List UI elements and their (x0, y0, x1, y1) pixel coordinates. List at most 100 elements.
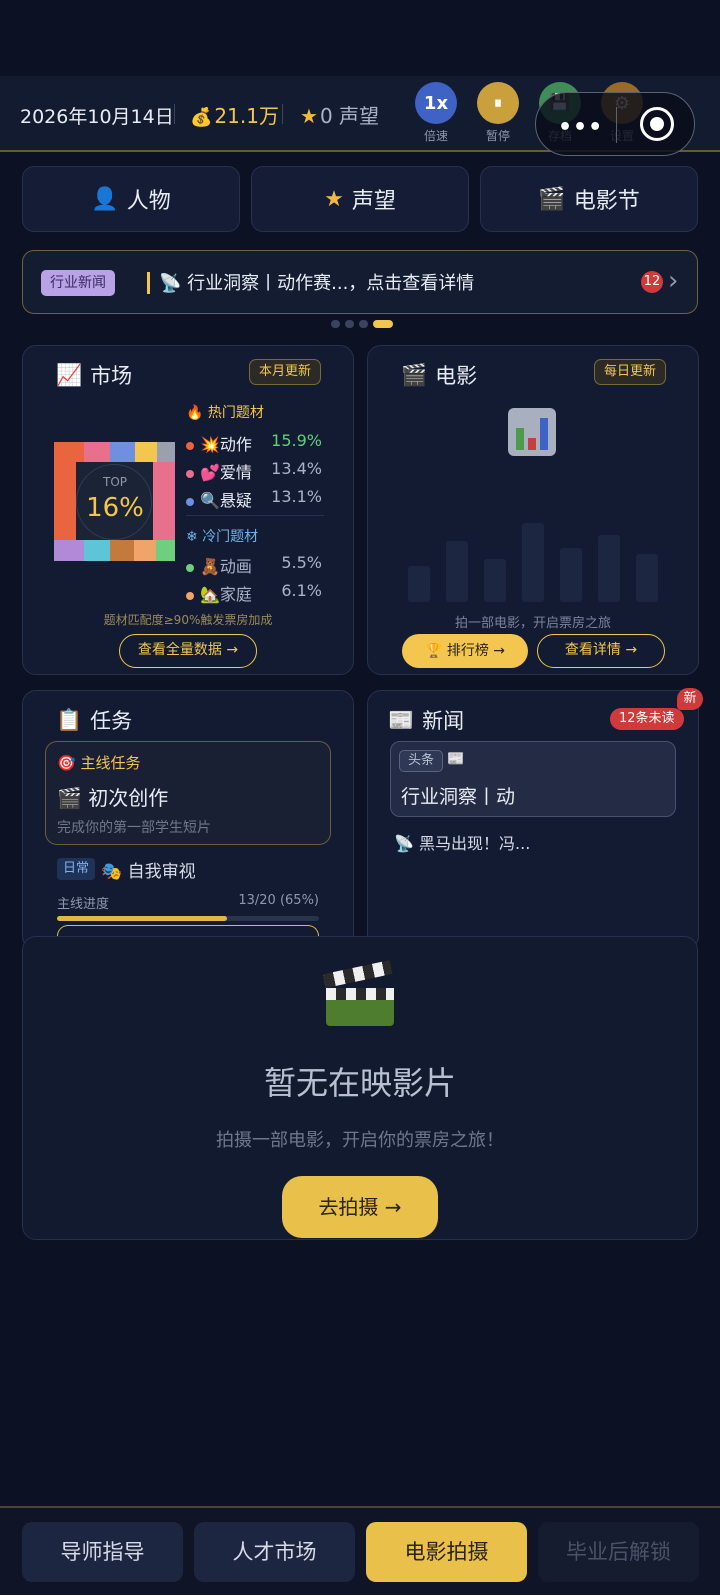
view-all-data-button[interactable]: 查看全量数据 → (119, 634, 257, 668)
headline-tag: 头条 (399, 750, 444, 772)
nav-talent-market[interactable]: 人才市场 (194, 1522, 355, 1582)
genre-name: 🧸动画 (200, 557, 252, 576)
ticker-pager (331, 320, 393, 328)
main-progress-bar (57, 916, 319, 921)
speed-icon: 1x (415, 82, 457, 124)
tab-film-festival[interactable]: 🎬 电影节 (480, 166, 698, 232)
bottom-navigation: 导师指导 人才市场 电影拍摄 毕业后解锁 (0, 1506, 720, 1595)
placeholder-bar (560, 548, 582, 602)
star-icon: ★ (300, 104, 318, 128)
genre-row-animation: 🧸动画 (186, 553, 252, 577)
daily-task[interactable]: 🎭 自我审视 (101, 857, 196, 882)
empty-subtitle: 拍摄一部电影，开启你的票房之旅！ (216, 1130, 504, 1151)
tasks-title-text: 任务 (90, 709, 133, 733)
clapperboard-icon (322, 952, 398, 1028)
clapper-body (326, 1000, 394, 1026)
tab-reputation[interactable]: ★ 声望 (251, 166, 469, 232)
genre-pct: 15.9% (271, 431, 322, 450)
bar-chart-icon (508, 408, 556, 456)
ticker-accent-bar (147, 272, 150, 294)
new-badge: 新 (677, 688, 703, 710)
pager-dot (345, 320, 354, 328)
all-tasks-button-partial[interactable] (57, 925, 319, 936)
nav-film-shooting[interactable]: 电影拍摄 (366, 1522, 527, 1582)
genre-dot (186, 469, 194, 478)
top-genre-badge: TOP 16% (76, 464, 152, 540)
placeholder-bar (598, 535, 620, 602)
placeholder-bar (484, 559, 506, 602)
clapper-icon: 🎬 (538, 186, 566, 212)
treemap-cell (54, 442, 84, 462)
genre-pct: 13.4% (271, 459, 322, 478)
divider (174, 104, 175, 124)
genre-row-mystery: 🔍悬疑 (186, 487, 252, 511)
miniprogram-capsule: ••• (535, 92, 695, 156)
genre-row-family: 🏡家庭 (186, 581, 252, 605)
money-bag-icon: 💰 (190, 107, 213, 128)
news-title: 📰 新闻 (388, 705, 464, 735)
hot-genres-heading: 🔥 热门题材 (186, 402, 264, 422)
pause-label: 暂停 (485, 129, 510, 143)
nav-locked-after-graduation[interactable]: 毕业后解锁 (538, 1522, 699, 1582)
main-mission-desc: 完成你的第一部学生短片 (57, 820, 211, 836)
headline-text: 行业洞察丨动 (401, 786, 516, 808)
progress-fill (57, 916, 228, 921)
main-mission-tag: 🎯 主线任务 (57, 752, 140, 773)
treemap-cell (134, 540, 156, 561)
genre-dot (186, 497, 194, 506)
reputation-value: 0 (319, 104, 333, 128)
cold-genres-heading: ❄ 冷门题材 (186, 526, 258, 546)
news-category-badge: 行业新闻 (41, 270, 115, 296)
genre-pct: 6.1% (281, 581, 322, 600)
progress-text: 13/20 (65%) (238, 893, 319, 908)
news-item[interactable]: 📡 黑马出现！冯... (394, 830, 530, 854)
clapper-stripe (326, 988, 394, 1000)
speed-button[interactable]: 1x 倍速 (414, 82, 458, 144)
capsule-divider (616, 107, 617, 143)
newspaper-icon: 📰 (447, 751, 465, 767)
treemap-cell (54, 540, 84, 561)
main-mission-card[interactable]: 🎯 主线任务 🎬 初次创作 完成你的第一部学生短片 (45, 741, 331, 845)
placeholder-bar (522, 523, 544, 602)
main-name-text: 初次创作 (88, 786, 169, 810)
headline-news-item[interactable]: 头条 📰 行业洞察丨动 (390, 741, 676, 817)
close-target-icon[interactable] (640, 107, 674, 141)
genre-dot (186, 563, 194, 572)
newspaper-icon: 📰 (388, 707, 415, 732)
satellite-icon: 📡 (394, 834, 414, 853)
clapper-icon: 🎬 (401, 362, 428, 387)
view-details-button[interactable]: 查看详情 → (537, 634, 665, 668)
nav-mentor[interactable]: 导师指导 (22, 1522, 183, 1582)
treemap-cell (135, 442, 157, 462)
market-hint: 题材匹配度≥90%触发票房加成 (103, 613, 273, 627)
reputation-display: ★ 0 声望 (300, 100, 379, 129)
chart-up-icon: 📈 (56, 362, 83, 387)
news-item-text: 黑马出现！冯... (419, 834, 531, 853)
empty-title: 暂无在映影片 (263, 1064, 456, 1102)
treemap-cell (84, 540, 110, 561)
daily-name: 自我审视 (127, 862, 196, 882)
go-shoot-button[interactable]: 去拍摄 → (282, 1176, 438, 1238)
more-icon[interactable]: ••• (558, 115, 603, 140)
placeholder-bar (408, 566, 430, 602)
chevron-right-icon: › (668, 266, 679, 296)
genre-name: 🔍悬疑 (200, 491, 252, 510)
treemap-cell (156, 540, 175, 561)
industry-news-ticker[interactable]: 行业新闻 📡 行业洞察丨动作赛...，点击查看详情 12 › (22, 250, 698, 314)
money-value: 21.1万 (214, 104, 279, 128)
movie-title-text: 电影 (435, 364, 478, 388)
genre-row-romance: 💕爱情 (186, 459, 252, 483)
market-title-text: 市场 (90, 364, 133, 388)
monthly-update-tag: 本月更新 (249, 359, 322, 385)
speed-label: 倍速 (423, 129, 448, 143)
pause-button[interactable]: ⏸ 暂停 (476, 82, 520, 144)
genre-name: 💥动作 (200, 435, 252, 454)
leaderboard-button[interactable]: 🏆 排行榜 → (402, 634, 528, 668)
icon-bar (516, 428, 524, 450)
tab-characters[interactable]: 👤 人物 (22, 166, 240, 232)
icon-bar (540, 418, 548, 450)
star-icon: ★ (324, 186, 344, 212)
treemap-cell (157, 442, 175, 462)
divider (282, 104, 283, 124)
clipboard-icon: 📋 (56, 707, 83, 732)
